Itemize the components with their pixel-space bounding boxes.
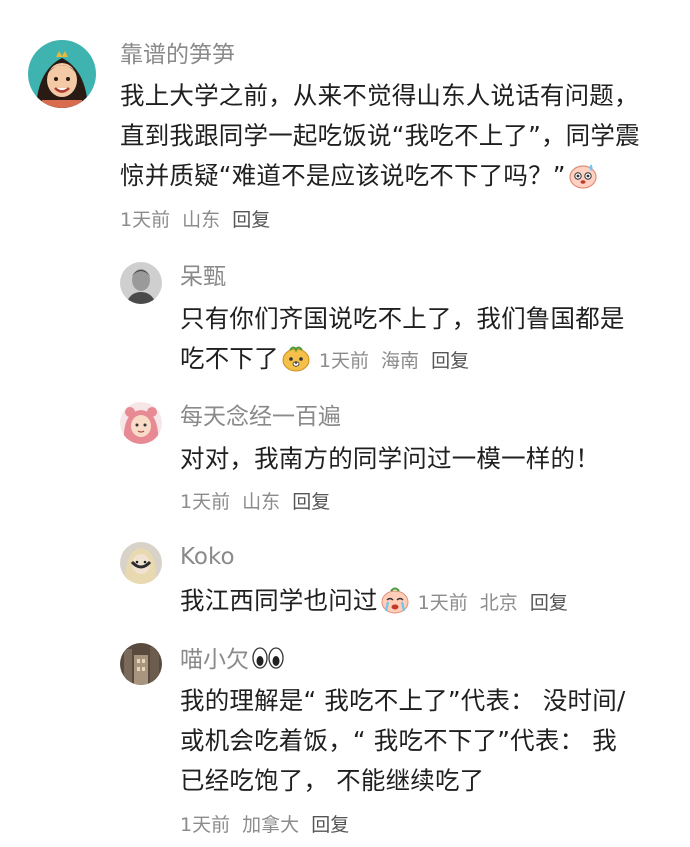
location: 北京 — [479, 592, 518, 614]
reply-item: 呆甄 只有你们齐国说吃不上了，我们鲁国都是 吃不下了 1天前 海南 回复 — [0, 245, 690, 385]
reply-item: 喵小欠 我的理解是“ 我吃不上了”代表： 没时间/ 或机会吃着饭，“ 我吃不下了… — [0, 635, 690, 847]
reply-text: 对对，我南方的同学问过一模一样的！ — [180, 439, 680, 479]
timestamp: 1天前 — [417, 592, 468, 614]
timestamp: 1天前 — [180, 491, 231, 513]
reply-line: 对对，我南方的同学问过一模一样的！ — [180, 444, 600, 473]
reply-line: 或机会吃着饭，“ 我吃不下了”代表： 我 — [180, 726, 617, 755]
timestamp: 1天前 — [120, 209, 171, 231]
username[interactable]: Koko — [180, 542, 235, 572]
reply-text: 我的理解是“ 我吃不上了”代表： 没时间/ 或机会吃着饭，“ 我吃不下了”代表：… — [180, 681, 680, 801]
reply-button[interactable]: 回复 — [292, 491, 330, 513]
username[interactable]: 呆甄 — [180, 262, 226, 292]
comment-line: 惊并质疑“难道不是应该说吃不下了吗？” — [120, 156, 680, 196]
comment-text: 我上大学之前，从来不觉得山东人说话有问题， 直到我跟同学一起吃饭说“我吃不上了”… — [120, 76, 680, 196]
username[interactable]: 靠谱的笋笋 — [120, 40, 235, 70]
reply-meta: 1天前 北京 回复 — [412, 592, 574, 614]
reply-button[interactable]: 回复 — [431, 350, 469, 372]
reply-meta: 1天前 山东 回复 — [180, 487, 336, 517]
comment-line: 直到我跟同学一起吃饭说“我吃不上了”，同学震 — [120, 121, 640, 150]
avatar[interactable] — [28, 40, 96, 108]
reply-item: 每天念经一百遍 对对，我南方的同学问过一模一样的！ 1天前 山东 回复 — [0, 385, 690, 525]
reply-line: 吃不下了 1天前 海南 回复 — [180, 339, 680, 381]
reply-item: Koko 我江西同学也问过 1天前 北京 回复 — [0, 525, 690, 635]
crying-blob-emoji — [380, 585, 410, 615]
reply-line: 已经吃饱了， 不能继续吃了 — [180, 766, 485, 795]
timestamp: 1天前 — [180, 814, 231, 836]
timestamp: 1天前 — [318, 350, 369, 372]
reply-meta: 1天前 海南 回复 — [313, 350, 475, 372]
reply-text: 只有你们齐国说吃不上了，我们鲁国都是 吃不下了 1天前 海南 回复 — [180, 299, 680, 381]
reply-line: 只有你们齐国说吃不上了，我们鲁国都是 — [180, 304, 625, 333]
username[interactable]: 每天念经一百遍 — [180, 402, 341, 432]
reply-text: 我江西同学也问过 1天前 北京 回复 — [180, 581, 680, 623]
location: 山东 — [182, 209, 221, 231]
reply-button[interactable]: 回复 — [530, 592, 568, 614]
username[interactable]: 喵小欠 — [180, 645, 287, 675]
location: 海南 — [381, 350, 420, 372]
avatar[interactable] — [120, 262, 162, 304]
dog-face-emoji — [281, 343, 311, 373]
eyes-emoji — [251, 646, 285, 670]
sweating-blob-emoji — [568, 160, 598, 190]
comment-meta: 1天前 山东 回复 — [120, 205, 276, 235]
reply-button[interactable]: 回复 — [232, 209, 270, 231]
reply-button[interactable]: 回复 — [311, 814, 349, 836]
avatar[interactable] — [120, 402, 162, 444]
reply-line: 我江西同学也问过 1天前 北京 回复 — [180, 581, 680, 623]
avatar[interactable] — [120, 542, 162, 584]
comment-line: 我上大学之前，从来不觉得山东人说话有问题， — [120, 81, 639, 110]
reply-line: 我的理解是“ 我吃不上了”代表： 没时间/ — [180, 686, 626, 715]
location: 山东 — [242, 491, 281, 513]
comment-item: 靠谱的笋笋 我上大学之前，从来不觉得山东人说话有问题， 直到我跟同学一起吃饭说“… — [0, 0, 690, 245]
avatar[interactable] — [120, 643, 162, 685]
reply-meta: 1天前 加拿大 回复 — [180, 810, 355, 840]
location: 加拿大 — [242, 814, 300, 836]
